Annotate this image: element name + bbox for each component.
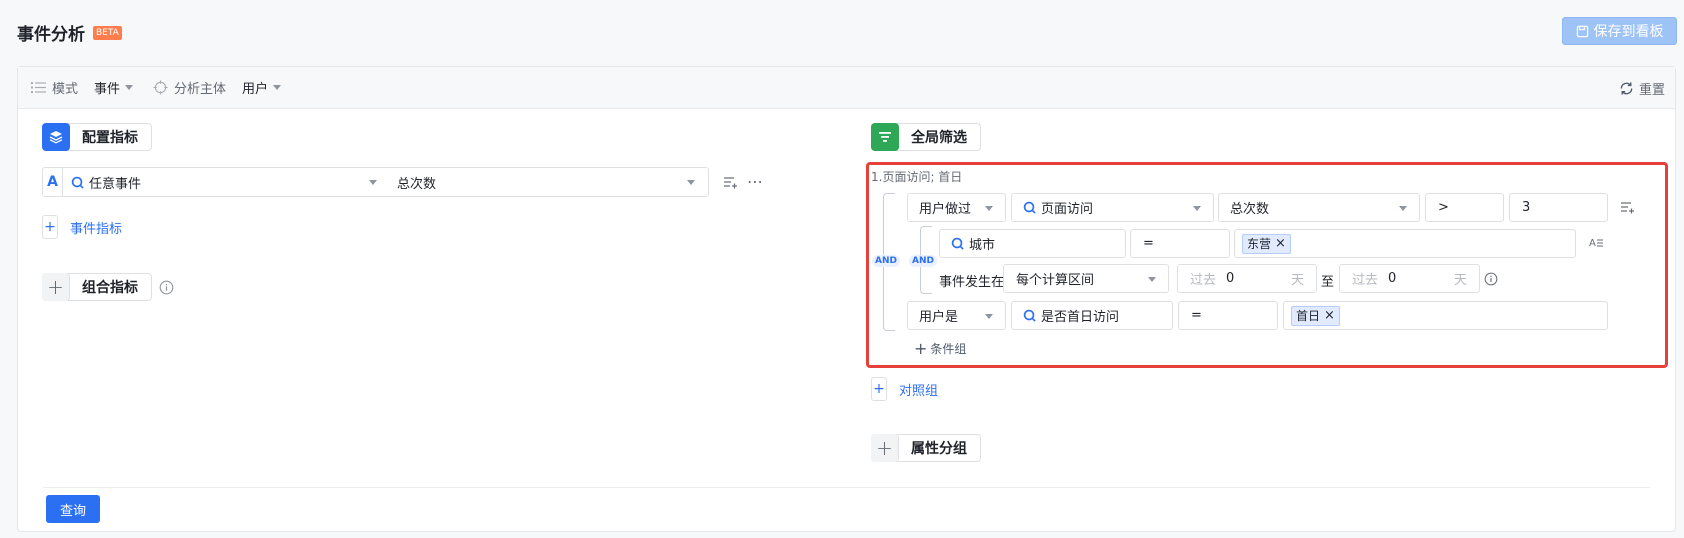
metric-row-a: A 任意事件 总次数: [42, 167, 709, 197]
chevron-down-icon: [1148, 276, 1156, 282]
plus-icon: +: [871, 434, 899, 462]
user-property-operator-select[interactable]: =: [1178, 301, 1278, 330]
value-tag: 东营 ×: [1242, 233, 1291, 254]
user-property-select[interactable]: 是否首日访问: [1011, 301, 1173, 330]
condition-value-input[interactable]: 3: [1509, 193, 1608, 222]
plus-icon: +: [42, 215, 58, 239]
add-filter-icon[interactable]: [723, 175, 738, 189]
close-icon[interactable]: ×: [1324, 308, 1335, 323]
save-icon: [1576, 25, 1588, 37]
condition-operator-select[interactable]: >: [1425, 193, 1504, 222]
close-icon[interactable]: ×: [1275, 236, 1286, 251]
mode-label: 模式: [31, 78, 78, 97]
save-to-dashboard-button[interactable]: 保存到看板: [1562, 17, 1677, 45]
range-select[interactable]: 每个计算区间: [1003, 264, 1169, 293]
chevron-down-icon: [1193, 205, 1201, 211]
mode-select[interactable]: 事件: [94, 78, 134, 97]
metric-letter: A: [43, 168, 63, 196]
add-event-metric-button[interactable]: + 事件指标: [42, 215, 122, 239]
add-compare-group-button[interactable]: + 对照组: [871, 377, 938, 401]
add-filter-icon[interactable]: [1620, 200, 1635, 214]
plus-icon: +: [42, 273, 70, 301]
event-occurs-label: 事件发生在: [939, 275, 1005, 290]
chevron-down-icon: [985, 313, 993, 319]
value-tag: 首日 ×: [1291, 305, 1340, 326]
info-icon[interactable]: [159, 280, 174, 295]
subject-select[interactable]: 用户: [242, 78, 282, 97]
layers-icon: [42, 123, 70, 151]
crosshair-icon: [153, 80, 168, 95]
beta-badge: BETA: [93, 25, 122, 40]
chevron-down-icon: [985, 205, 993, 211]
property-grouping-button[interactable]: + 属性分组: [871, 434, 981, 462]
property-select[interactable]: 城市: [939, 229, 1126, 258]
plus-icon: +: [914, 339, 928, 358]
more-icon[interactable]: ⋯: [747, 172, 764, 191]
past-days-start-input[interactable]: 过去 0 天: [1177, 264, 1317, 293]
list-icon: [31, 82, 46, 93]
event-icon: [71, 176, 84, 189]
footer-divider: [43, 487, 1650, 488]
condition-type-select[interactable]: 用户做过: [907, 193, 1006, 222]
chevron-down-icon: [273, 85, 282, 90]
and-badge-inner: AND: [909, 255, 937, 267]
combo-metric-button[interactable]: + 组合指标: [42, 273, 152, 301]
event-icon: [1023, 201, 1036, 214]
property-icon: [1023, 309, 1036, 322]
save-button-label: 保存到看板: [1593, 24, 1664, 40]
subject-label: 分析主体: [153, 78, 226, 97]
and-badge-outer: AND: [872, 255, 900, 267]
property-operator-select[interactable]: =: [1130, 229, 1230, 258]
page-title-text: 事件分析: [17, 25, 85, 45]
text-align-icon[interactable]: A: [1589, 236, 1604, 250]
svg-text:A: A: [1589, 238, 1596, 249]
filter-summary: 1.页面访问; 首日: [871, 170, 963, 184]
config-metrics-header: 配置指标: [42, 123, 152, 151]
condition-measure-select[interactable]: 总次数: [1218, 193, 1420, 222]
chevron-down-icon: [1399, 205, 1407, 211]
past-days-end-input[interactable]: 过去 0 天: [1339, 264, 1480, 293]
reset-button[interactable]: 重置: [1619, 79, 1665, 98]
filter-icon: [871, 123, 899, 151]
chevron-down-icon: [369, 180, 377, 185]
plus-icon: +: [871, 377, 887, 401]
chevron-down-icon: [687, 180, 695, 185]
condition-event-select[interactable]: 页面访问: [1011, 193, 1214, 222]
user-condition-type-select[interactable]: 用户是: [907, 301, 1006, 330]
page-title: 事件分析 BETA: [17, 20, 122, 45]
global-filter-header: 全局筛选: [871, 123, 981, 151]
query-button[interactable]: 查询: [46, 495, 100, 523]
measure-select[interactable]: 总次数: [389, 168, 707, 196]
property-value-input[interactable]: 东营 ×: [1234, 229, 1576, 258]
chevron-down-icon: [125, 85, 134, 90]
user-property-value-input[interactable]: 首日 ×: [1283, 301, 1608, 330]
property-icon: [951, 237, 964, 250]
add-condition-group-button[interactable]: + 条件组: [914, 339, 966, 358]
refresh-icon: [1620, 82, 1633, 95]
info-icon[interactable]: [1484, 272, 1498, 286]
toolbar: 模式 事件 分析主体 用户 重置: [18, 67, 1675, 109]
to-label: 至: [1321, 275, 1335, 290]
event-select[interactable]: 任意事件: [63, 168, 389, 196]
